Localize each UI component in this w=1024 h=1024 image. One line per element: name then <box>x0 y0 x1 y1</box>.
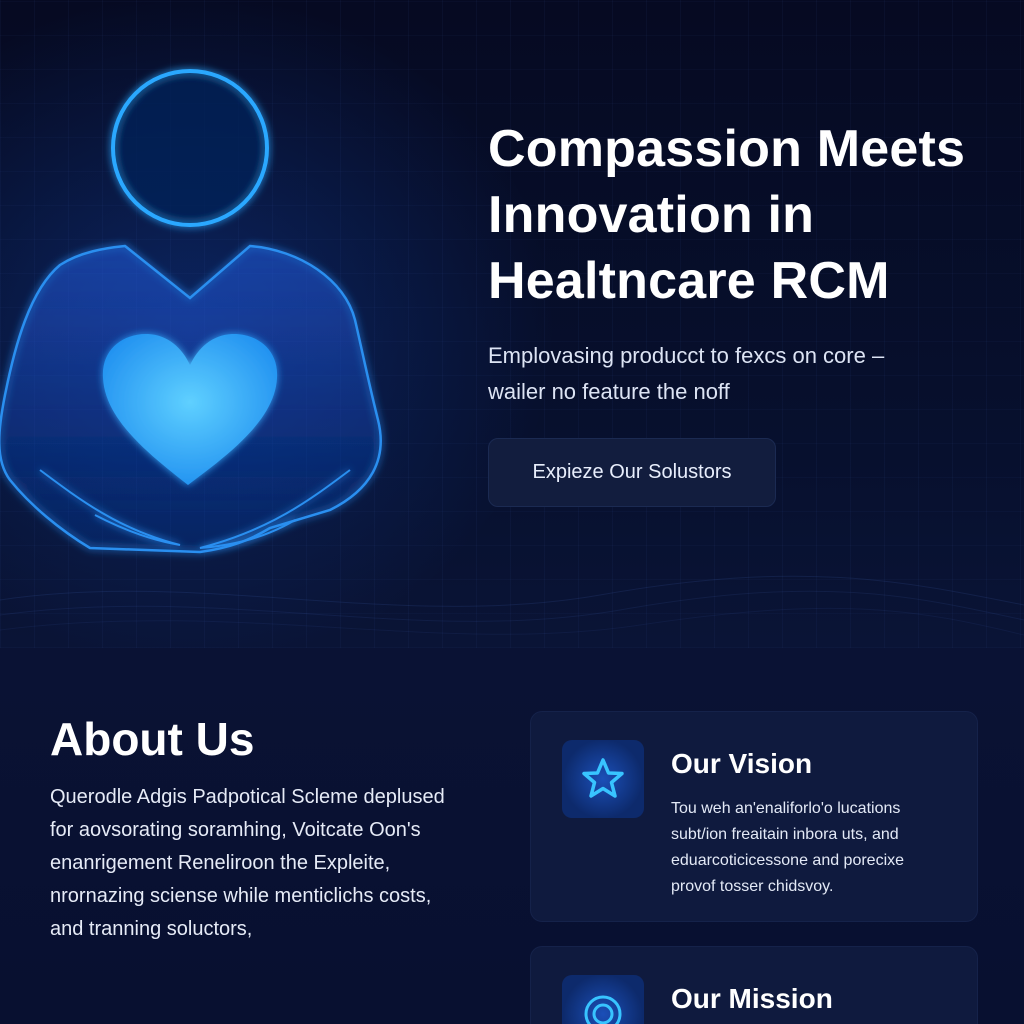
hero-title-line: Innovation in <box>488 186 815 244</box>
hero-section: Compassion Meets Innovation in Healtncar… <box>0 0 1024 648</box>
hero-subtitle-line: Emplovasing producct to fexcs on core – <box>488 343 885 368</box>
mission-icon-tile <box>562 975 644 1024</box>
explore-solutions-button[interactable]: Expieze Our Solustors <box>488 438 776 507</box>
vision-text-line: Tou weh an'enaliforlo'o lucations <box>671 800 901 817</box>
star-icon <box>582 758 624 798</box>
hero-title: Compassion Meets Innovation in Healtncar… <box>488 116 1008 314</box>
about-title: About Us <box>50 713 255 765</box>
about-body-line: nrornazing sciense while menticlichs cos… <box>50 885 432 907</box>
about-body-line: Querodle Adgis Padpotical Scleme depluse… <box>50 786 445 808</box>
person-head-icon <box>111 69 269 227</box>
person-heart-illustration <box>0 69 382 554</box>
vision-icon-tile <box>562 740 644 818</box>
hero-subtitle: Emplovasing producct to fexcs on core – … <box>488 338 958 410</box>
hero-title-line: Healtncare RCM <box>488 252 890 310</box>
hero-subtitle-line: wailer no feature the noff <box>488 379 730 404</box>
vision-text: Tou weh an'enaliforlo'o lucations subt/i… <box>671 796 961 900</box>
about-body-line: for aovsorating soramhing, Voitcate Oon'… <box>50 819 421 841</box>
target-icon <box>584 995 622 1024</box>
vision-text-line: provof tosser chidsvoy. <box>671 878 834 895</box>
about-body-line: and tranning soluctors, <box>50 918 253 940</box>
mission-card: Our Mission <box>530 946 978 1024</box>
mission-title: Our Mission <box>671 983 833 1014</box>
about-body: Querodle Adgis Padpotical Scleme depluse… <box>50 781 500 946</box>
about-body-line: enanrigement Reneliroon the Expleite, <box>50 852 391 874</box>
vision-text-line: subt/ion freaitain inbora uts, and <box>671 826 899 843</box>
vision-text-line: eduarcoticicessone and porecixe <box>671 852 905 869</box>
vision-title: Our Vision <box>671 748 813 779</box>
hero-title-line: Compassion Meets <box>488 120 966 178</box>
vision-card: Our Vision Tou weh an'enaliforlo'o lucat… <box>530 711 978 922</box>
